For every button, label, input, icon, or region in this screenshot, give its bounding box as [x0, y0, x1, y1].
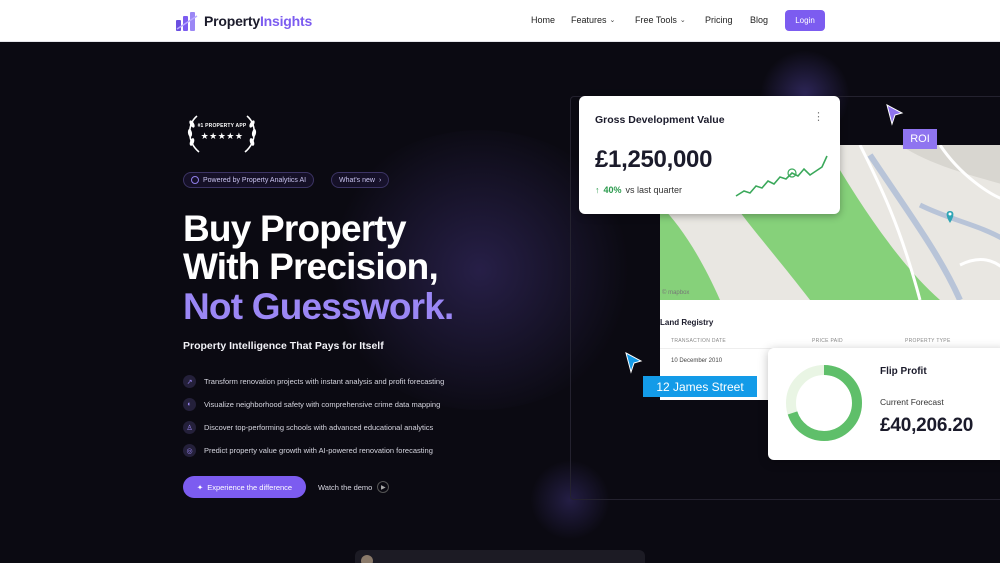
change-percent: 40%	[603, 185, 622, 195]
watch-demo-link[interactable]: Watch the demo ▶	[318, 481, 390, 493]
gdv-card: Gross Development Value ⋮ £1,250,000 ↑ 4…	[579, 96, 840, 214]
change-label: vs last quarter	[625, 185, 683, 195]
feature-text: Discover top-performing schools with adv…	[204, 423, 434, 432]
headline-line-1: Buy Property	[183, 208, 407, 249]
nav-blog-link[interactable]: Blog	[750, 15, 768, 25]
arrow-up-icon: ↑	[595, 185, 600, 195]
headline-line-3: Not Guesswork.	[183, 286, 454, 327]
more-vertical-icon[interactable]: ⋮	[813, 110, 824, 123]
flip-profit-card: Flip Profit Current Forecast £40,206.20	[768, 348, 1000, 460]
address-tag: 12 James Street	[643, 376, 757, 397]
feature-item: ↗ Transform renovation projects with ins…	[183, 375, 444, 388]
feature-item: ♙ Discover top-performing schools with a…	[183, 421, 433, 434]
brand-name: PropertyInsights	[204, 13, 313, 29]
gdv-change: ↑ 40% vs last quarter	[595, 185, 682, 195]
flip-subtitle: Current Forecast	[880, 397, 944, 407]
sparkline-chart	[735, 155, 828, 197]
flip-title: Flip Profit	[880, 366, 927, 377]
cursor-icon	[625, 352, 643, 374]
experience-difference-button[interactable]: ✦ Experience the difference	[183, 476, 306, 498]
feature-item: ◐ Visualize neighborhood safety with com…	[183, 398, 440, 411]
award-label: #1 PROPERTY APP	[197, 123, 247, 129]
feature-text: Visualize neighborhood safety with compr…	[204, 400, 441, 409]
land-registry-title: Land Registry	[660, 318, 714, 327]
column-header: PROPERTY TYPE	[905, 338, 951, 344]
nav-home-link[interactable]: Home	[531, 15, 555, 25]
top-navbar: PropertyInsights Home Features ⌄ Free Too…	[0, 0, 1000, 42]
roi-tag: ROI	[903, 129, 937, 149]
brand-logo[interactable]: PropertyInsights	[175, 10, 312, 32]
headline-line-2: With Precision,	[183, 246, 439, 287]
video-preview-bar[interactable]	[355, 550, 645, 563]
award-stars: ★★★★★	[200, 131, 244, 141]
sparkle-icon	[191, 176, 199, 184]
sparkle-icon: ✦	[196, 482, 204, 492]
nav-pricing-link[interactable]: Pricing	[705, 15, 733, 25]
subheadline: Property Intelligence That Pays for Itse…	[183, 340, 384, 352]
gdv-value: £1,250,000	[595, 146, 713, 173]
nav-features-menu[interactable]: Features ⌄	[571, 15, 615, 25]
powered-by-badge[interactable]: Powered by Property Analytics AI	[183, 172, 315, 188]
chevron-right-icon: ›	[378, 176, 382, 184]
avatar	[361, 555, 373, 563]
school-icon: ♙	[183, 421, 196, 434]
growth-icon: ◎	[183, 444, 196, 457]
powered-by-label: Powered by Property Analytics AI	[203, 176, 307, 184]
cta-label: Experience the difference	[207, 482, 293, 492]
feature-text: Transform renovation projects with insta…	[204, 377, 445, 386]
cursor-icon	[886, 104, 904, 126]
feature-text: Predict property value growth with AI-po…	[204, 446, 433, 455]
award-badge: #1 PROPERTY APP ★★★★★	[183, 112, 261, 156]
login-button[interactable]: Login	[785, 10, 825, 31]
table-cell: 10 December 2010	[671, 358, 723, 364]
whats-new-badge[interactable]: What's new ›	[331, 172, 390, 188]
demo-label: Watch the demo	[318, 482, 373, 492]
nav-free-tools-menu[interactable]: Free Tools ⌄	[635, 15, 686, 25]
shield-icon: ◐	[183, 398, 196, 411]
column-header: PRICE PAID	[812, 338, 843, 344]
chevron-down-icon: ⌄	[679, 17, 686, 24]
logo-icon	[176, 12, 198, 31]
column-header: TRANSACTION DATE	[671, 338, 726, 344]
play-icon: ▶	[377, 481, 390, 493]
chevron-down-icon: ⌄	[609, 17, 616, 24]
feature-item: ◎ Predict property value growth with AI-…	[183, 444, 433, 457]
flip-progress-donut	[786, 365, 862, 441]
flip-value: £40,206.20	[880, 415, 974, 436]
gdv-title: Gross Development Value	[595, 114, 725, 126]
whats-new-label: What's new	[339, 176, 375, 184]
trend-up-icon: ↗	[183, 375, 196, 388]
map-credit: © mapbox	[662, 290, 690, 296]
